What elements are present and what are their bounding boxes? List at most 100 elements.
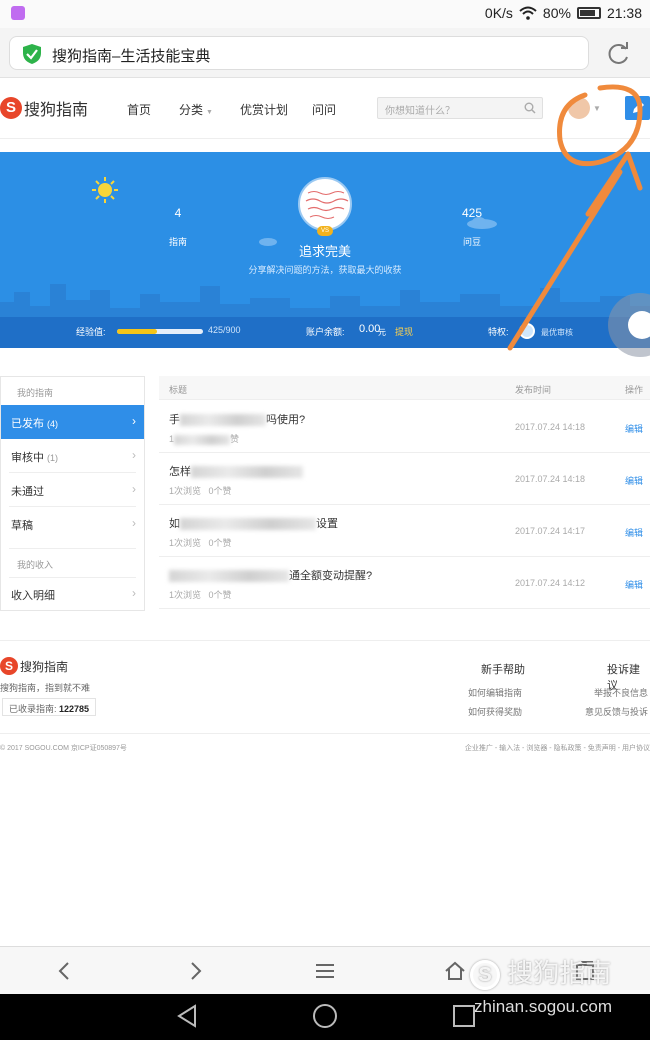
nav-category-label: 分类 bbox=[179, 103, 204, 117]
balance-unit: 元 bbox=[378, 328, 386, 337]
site-logo[interactable]: S 搜狗指南 bbox=[0, 96, 88, 120]
publish-date: 2017.07.24 14:18 bbox=[515, 422, 586, 432]
nav-home[interactable]: 首页 bbox=[127, 101, 151, 118]
url-field[interactable]: 搜狗指南–生活技能宝典 bbox=[9, 36, 589, 70]
system-back-icon[interactable] bbox=[175, 1003, 199, 1029]
sidebar-item-label: 审核中 bbox=[11, 452, 44, 464]
guide-title[interactable]: 怎样 bbox=[169, 463, 303, 479]
nav-reward-plan[interactable]: 优赏计划 bbox=[240, 101, 288, 118]
exp-label: 经验值: bbox=[76, 327, 106, 337]
balance-label: 账户余额: bbox=[306, 327, 345, 337]
edit-link[interactable]: 编辑 bbox=[625, 578, 643, 591]
search-icon[interactable] bbox=[524, 102, 536, 114]
edit-link[interactable]: 编辑 bbox=[625, 474, 643, 487]
guides-table: 标题 发布时间 操作 手吗使用? 1赞 2017.07.24 14:18 编辑 … bbox=[159, 376, 650, 609]
sogou-logo-icon: S bbox=[0, 97, 22, 119]
sidebar-item-count: (1) bbox=[47, 453, 58, 463]
table-row[interactable]: 通全额变动提醒? 1次浏览 0个赞 2017.07.24 14:12 编辑 bbox=[159, 557, 650, 609]
guide-title-visible: 设置 bbox=[316, 518, 338, 530]
withdraw-link[interactable]: 提现 bbox=[395, 325, 413, 338]
edit-link[interactable]: 编辑 bbox=[625, 526, 643, 539]
column-date: 发布时间 bbox=[515, 385, 552, 395]
blurred-text bbox=[180, 518, 316, 531]
copyright: © 2017 SOGOU.COM 京ICP证050897号 bbox=[0, 745, 127, 752]
footer-logo[interactable]: S 搜狗指南 bbox=[0, 657, 68, 675]
sidebar-item-label: 已发布 bbox=[11, 418, 44, 430]
guide-views: 1次浏览 bbox=[169, 486, 202, 496]
guide-title[interactable]: 如 设置 bbox=[169, 515, 338, 531]
exp-value: 425/900 bbox=[208, 325, 241, 335]
sun-icon bbox=[92, 177, 118, 203]
footer-slogan: 搜狗指南，指到就不难 bbox=[0, 683, 91, 693]
sidebar-item-label: 收入明细 bbox=[11, 590, 55, 602]
divider bbox=[9, 548, 136, 549]
vip-badge: VS bbox=[317, 226, 333, 236]
guide-likes: 0个赞 bbox=[208, 486, 232, 496]
publish-date: 2017.07.24 14:12 bbox=[515, 578, 586, 588]
network-speed: 0K/s bbox=[484, 5, 513, 21]
divider bbox=[0, 733, 650, 734]
home-icon[interactable] bbox=[443, 959, 467, 983]
beans-count: 425 bbox=[461, 206, 483, 220]
guide-meta: 1赞 bbox=[169, 432, 239, 445]
back-icon[interactable] bbox=[53, 959, 77, 983]
table-header: 标题 发布时间 操作 bbox=[159, 376, 650, 400]
blurred-text bbox=[174, 434, 231, 445]
help-heading: 新手帮助 bbox=[481, 664, 525, 676]
beans-label: 问豆 bbox=[462, 237, 481, 247]
secure-shield-icon bbox=[23, 44, 41, 64]
sogou-logo-icon: S bbox=[0, 657, 18, 675]
sidebar-item-drafts[interactable]: 草稿 › bbox=[1, 507, 144, 541]
user-nickname: 追求完美 bbox=[298, 244, 351, 259]
guide-title[interactable]: 通全额变动提醒? bbox=[169, 567, 372, 583]
guide-title[interactable]: 手 吗使用? bbox=[169, 411, 305, 427]
medal-icon bbox=[519, 323, 535, 339]
guide-views: 1次浏览 bbox=[169, 590, 202, 600]
privilege-value: 最优审核 bbox=[541, 328, 573, 337]
profile-avatar[interactable] bbox=[298, 177, 352, 231]
clock: 21:38 bbox=[606, 5, 642, 21]
sidebar-item-label: 未通过 bbox=[11, 486, 44, 498]
chevron-right-icon: › bbox=[132, 414, 136, 428]
help-link[interactable]: 如何编辑指南 bbox=[468, 686, 522, 699]
table-row[interactable]: 如 设置 1次浏览 0个赞 2017.07.24 14:17 编辑 bbox=[159, 505, 650, 557]
menu-icon[interactable] bbox=[313, 959, 337, 983]
watermark-url: zhinan.sogou.com bbox=[474, 997, 612, 1016]
nav-category[interactable]: 分类 ▼ bbox=[179, 101, 213, 118]
sidebar-item-income-details[interactable]: 收入明细 › bbox=[1, 577, 144, 611]
publish-date: 2017.07.24 14:18 bbox=[515, 474, 586, 484]
sidebar-item-count: (4) bbox=[47, 419, 58, 429]
watermark-logo-icon: S bbox=[470, 960, 500, 991]
pencil-icon bbox=[633, 102, 644, 113]
table-row[interactable]: 怎样 1次浏览 0个赞 2017.07.24 14:18 编辑 bbox=[159, 453, 650, 505]
table-row[interactable]: 手 吗使用? 1赞 2017.07.24 14:18 编辑 bbox=[159, 401, 650, 453]
edit-link[interactable]: 编辑 bbox=[625, 422, 643, 435]
complaint-link[interactable]: 举报不良信息 bbox=[594, 686, 648, 699]
guide-meta: 1次浏览 0个赞 bbox=[169, 536, 232, 549]
footer-links[interactable]: 企业推广 - 输入法 - 浏览器 - 隐私政策 - 免责声明 - 用户协议 bbox=[465, 743, 650, 753]
user-motto: 分享解决问题的方法，获取最大的收获 bbox=[248, 265, 402, 275]
reload-icon[interactable] bbox=[606, 41, 632, 67]
profile-banner: 4 指南 425 问豆 VS 追求完美 分享解决问题的方法，获取最大的收获 经验… bbox=[0, 152, 650, 348]
sidebar-item-published[interactable]: 已发布 (4) › bbox=[1, 405, 144, 439]
sidebar-item-reviewing[interactable]: 审核中 (1) › bbox=[1, 439, 144, 473]
forward-icon[interactable] bbox=[183, 959, 207, 983]
footer-logo-text: 搜狗指南 bbox=[20, 659, 69, 674]
chevron-down-icon[interactable]: ▼ bbox=[593, 104, 601, 113]
guide-title-visible: 通全额变动提醒? bbox=[289, 570, 373, 582]
sidebar-item-rejected[interactable]: 未通过 › bbox=[1, 473, 144, 507]
blurred-text bbox=[191, 466, 303, 479]
complaint-link[interactable]: 意见反馈与投诉 bbox=[585, 705, 648, 718]
system-recents-icon[interactable] bbox=[452, 1003, 476, 1029]
system-home-icon[interactable] bbox=[312, 1003, 338, 1029]
site-footer: S 搜狗指南 搜狗指南，指到就不难 已收录指南: 122785 新手帮助 如何编… bbox=[0, 640, 650, 760]
chevron-down-icon: ▼ bbox=[206, 109, 213, 116]
search-input[interactable]: 你想知道什么？ bbox=[377, 97, 543, 119]
write-guide-button[interactable] bbox=[625, 96, 650, 120]
watermark-text: 搜狗指南 bbox=[507, 958, 612, 988]
nav-wenwen[interactable]: 问问 bbox=[312, 101, 336, 118]
user-avatar[interactable] bbox=[568, 97, 590, 119]
help-link[interactable]: 如何获得奖励 bbox=[468, 705, 522, 718]
guide-title-visible: 手 bbox=[169, 414, 180, 426]
chevron-right-icon: › bbox=[132, 586, 136, 600]
